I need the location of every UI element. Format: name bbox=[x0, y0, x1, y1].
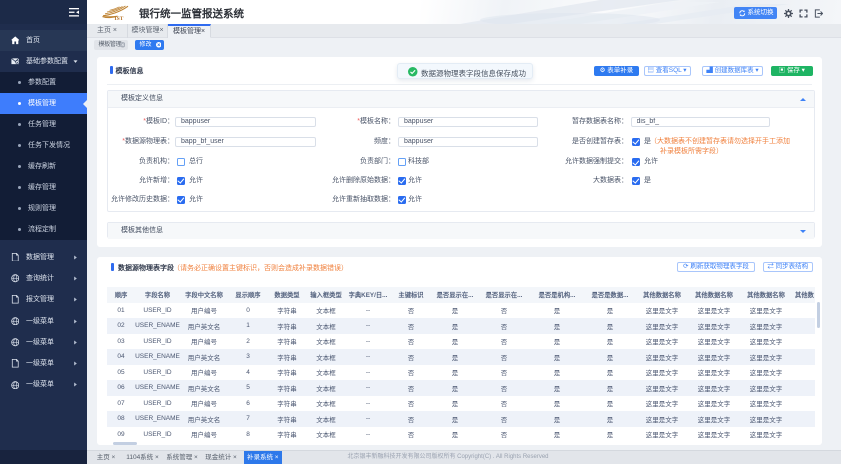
svg-text:IST: IST bbox=[115, 16, 124, 20]
